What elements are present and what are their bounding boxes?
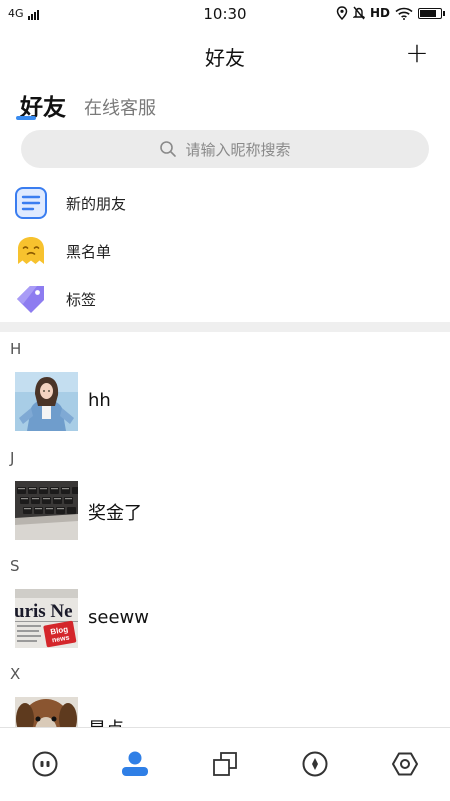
nav-discover[interactable] [290, 742, 340, 786]
nav-apps[interactable] [200, 742, 250, 786]
contact-name: 奖金了 [88, 503, 142, 524]
wifi-icon [395, 7, 413, 20]
contact-name: hh [88, 390, 111, 411]
add-friend-button[interactable]: + [402, 38, 432, 68]
blacklist-icon [18, 237, 44, 264]
avatar [15, 372, 78, 431]
apps-icon [213, 752, 237, 776]
tab-online-service[interactable]: 在线客服 [84, 94, 156, 122]
tab-bar: 好友 在线客服 [20, 82, 156, 122]
section-letter-h: H [10, 340, 22, 358]
battery-icon [418, 7, 445, 19]
avatar: uris Ne Blog news [15, 589, 78, 648]
search-icon [160, 141, 177, 157]
contact-row[interactable]: 奖金了 [0, 481, 450, 545]
location-icon [336, 6, 348, 20]
section-letter-s: S [10, 557, 20, 575]
discover-icon [302, 751, 328, 777]
chat-icon [32, 751, 58, 777]
search-placeholder: 请输入昵称搜索 [185, 140, 291, 159]
tab-indicator [16, 116, 36, 120]
battery-fill [420, 9, 436, 17]
bottom-nav [0, 727, 450, 801]
tag-icon [17, 286, 44, 313]
menu-label: 标签 [66, 290, 97, 309]
section-letter-j: J [10, 449, 15, 467]
status-bar: 4G 10:30 HD [0, 0, 450, 30]
header: 好友 + [0, 38, 450, 72]
contact-row[interactable]: hh [0, 372, 450, 436]
section-divider [0, 322, 450, 332]
menu-label: 新的朋友 [66, 194, 127, 213]
profile-icon [392, 752, 418, 776]
status-icons: HD [336, 6, 445, 20]
section-letter-x: X [10, 665, 21, 683]
hd-badge: HD [369, 6, 390, 20]
contact-name: seeww [88, 607, 149, 628]
menu-item-blacklist[interactable]: 黑名单 [0, 228, 450, 274]
nav-profile[interactable] [380, 742, 430, 786]
search-input[interactable]: 请输入昵称搜索 [21, 130, 429, 168]
mute-icon [352, 6, 365, 20]
nav-chat[interactable] [20, 742, 70, 786]
avatar [15, 481, 78, 540]
page-title: 好友 [205, 46, 245, 70]
contact-row[interactable]: uris Ne Blog news seeww [0, 589, 450, 653]
menu-item-new-friends[interactable]: 新的朋友 [0, 180, 450, 226]
nav-contacts[interactable] [110, 742, 160, 786]
contacts-icon [122, 751, 148, 776]
newspaper-text: uris Ne [15, 601, 73, 622]
menu-item-tags[interactable]: 标签 [0, 276, 450, 322]
menu-label: 黑名单 [66, 242, 112, 261]
new-friends-icon [15, 187, 47, 219]
